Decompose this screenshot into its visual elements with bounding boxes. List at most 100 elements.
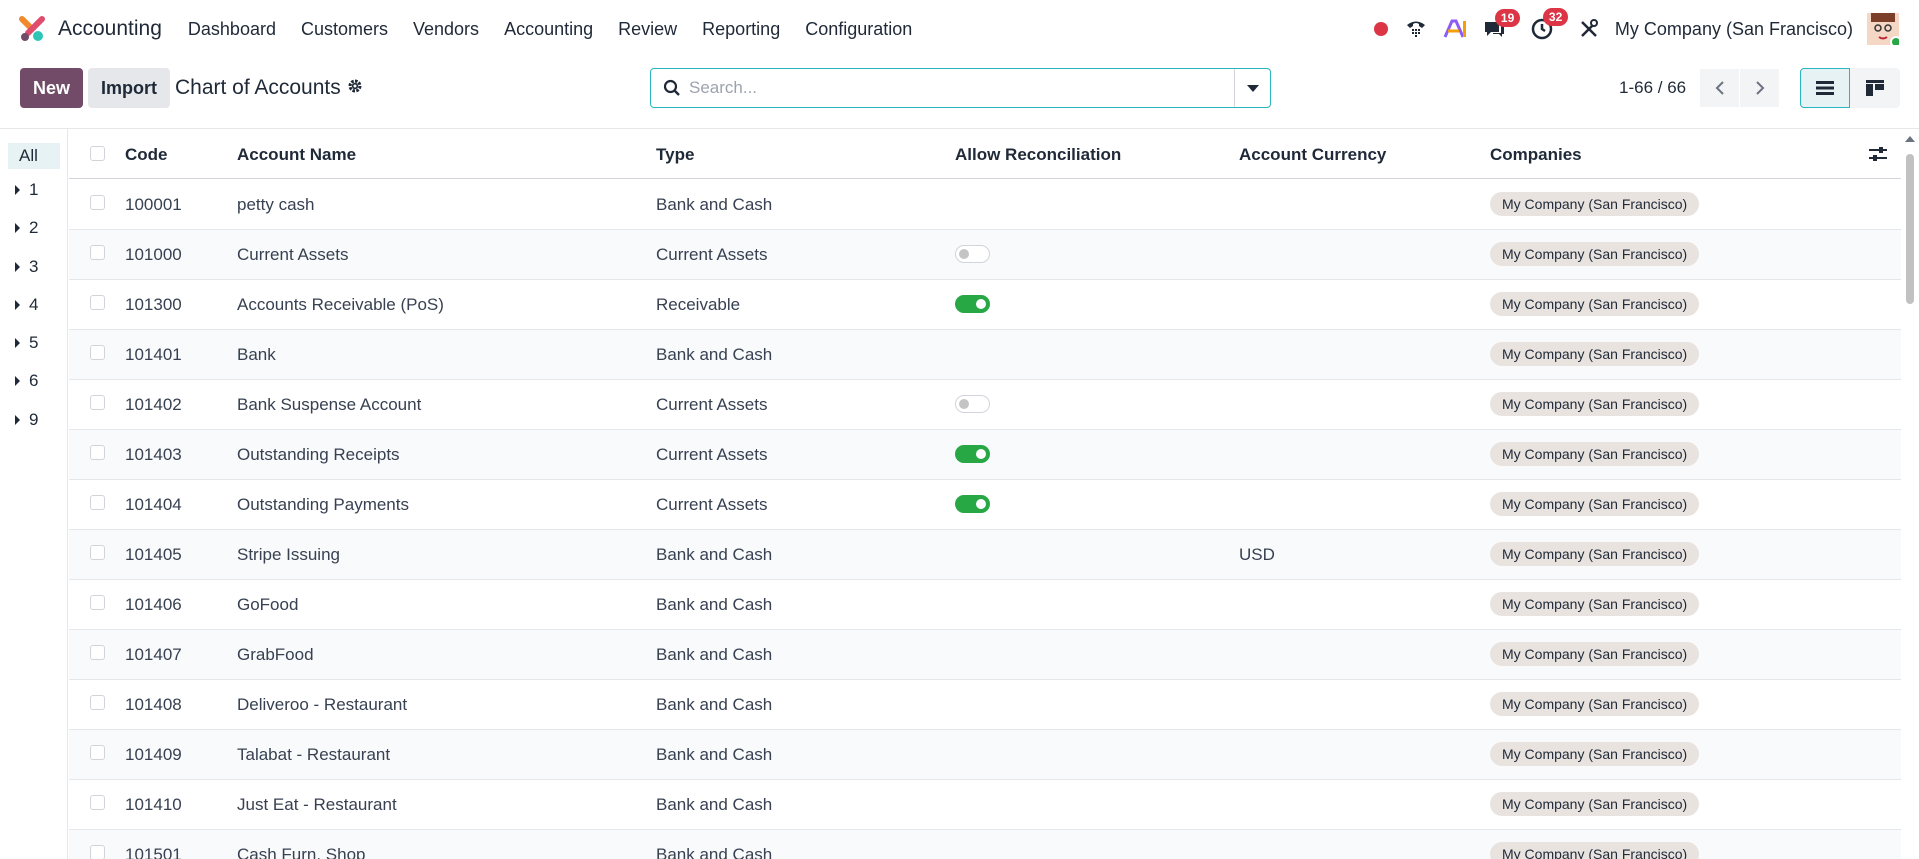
side-item-group-6[interactable]: 6 — [8, 371, 38, 391]
gear-icon[interactable] — [347, 78, 363, 99]
select-all-checkbox[interactable] — [90, 146, 105, 161]
record-icon[interactable] — [1373, 21, 1389, 37]
menu-reporting[interactable]: Reporting — [702, 19, 780, 40]
table-row[interactable]: 101300 Accounts Receivable (PoS) Receivabl… — [69, 280, 1901, 330]
row-checkbox[interactable] — [90, 495, 105, 510]
row-checkbox[interactable] — [90, 845, 105, 859]
activities-clock-icon[interactable]: 32 — [1531, 8, 1569, 40]
row-checkbox[interactable] — [90, 645, 105, 660]
cell-code: 101402 — [125, 395, 182, 414]
side-item-group-5[interactable]: 5 — [8, 333, 38, 353]
cell-code: 101401 — [125, 345, 182, 364]
side-item-group-4[interactable]: 4 — [8, 295, 38, 315]
side-item-group-3[interactable]: 3 — [8, 257, 38, 277]
column-header-type[interactable]: Type — [656, 145, 694, 165]
table-row[interactable]: 100001 petty cash Bank and Cash My Company … — [69, 180, 1901, 230]
reconciliation-toggle[interactable] — [955, 495, 990, 513]
side-item-label: 6 — [29, 371, 39, 390]
row-checkbox[interactable] — [90, 745, 105, 760]
cell-code: 101405 — [125, 545, 182, 564]
cell-type: Bank and Cash — [656, 595, 773, 614]
row-checkbox[interactable] — [90, 395, 105, 410]
ai-icon[interactable] — [1443, 19, 1467, 39]
pager-next-button[interactable] — [1740, 69, 1779, 107]
cell-type: Current Assets — [656, 395, 768, 414]
table-row[interactable]: 101000 Current Assets Current Assets My Com… — [69, 230, 1901, 280]
cell-account-name: Bank — [237, 345, 276, 364]
phone-icon[interactable] — [1405, 19, 1427, 39]
side-item-group-9[interactable]: 9 — [8, 410, 38, 430]
reconciliation-toggle[interactable] — [955, 245, 990, 263]
row-checkbox[interactable] — [90, 245, 105, 260]
menu-review[interactable]: Review — [618, 19, 677, 40]
activities-badge: 32 — [1542, 8, 1569, 26]
caret-right-icon — [15, 262, 20, 272]
row-checkbox[interactable] — [90, 295, 105, 310]
table-row[interactable]: 101410 Just Eat - Restaurant Bank and Cash… — [69, 780, 1901, 830]
table-row[interactable]: 101407 GrabFood Bank and Cash My Company (S… — [69, 630, 1901, 680]
kanban-view-button[interactable] — [1850, 68, 1900, 108]
menu-vendors[interactable]: Vendors — [413, 19, 479, 40]
company-tag: My Company (San Francisco) — [1490, 392, 1700, 416]
company-tag: My Company (San Francisco) — [1490, 642, 1700, 666]
column-header-account-currency[interactable]: Account Currency — [1239, 145, 1386, 165]
side-item-group-1[interactable]: 1 — [8, 180, 38, 200]
side-item-group-2[interactable]: 2 — [8, 218, 38, 238]
cell-type: Bank and Cash — [656, 645, 773, 664]
column-header-code[interactable]: Code — [125, 145, 168, 165]
row-checkbox[interactable] — [90, 695, 105, 710]
table-row[interactable]: 101401 Bank Bank and Cash My Company (San F… — [69, 330, 1901, 380]
column-header-allow-reconciliation[interactable]: Allow Reconciliation — [955, 145, 1121, 165]
row-checkbox[interactable] — [90, 345, 105, 360]
company-tag: My Company (San Francisco) — [1490, 192, 1700, 216]
reconciliation-toggle[interactable] — [955, 295, 990, 313]
company-switcher[interactable]: My Company (San Francisco) — [1615, 19, 1853, 40]
side-item-all[interactable]: All — [8, 143, 60, 169]
cell-type: Bank and Cash — [656, 795, 773, 814]
cell-type: Current Assets — [656, 495, 768, 514]
table-row[interactable]: 101409 Talabat - Restaurant Bank and Cash M… — [69, 730, 1901, 780]
table-row[interactable]: 101403 Outstanding Receipts Current Assets… — [69, 430, 1901, 480]
messages-icon[interactable]: 19 — [1483, 9, 1521, 39]
table-row[interactable]: 101501 Cash Furn. Shop Bank and Cash My Com… — [69, 830, 1901, 859]
row-checkbox[interactable] — [90, 195, 105, 210]
pager-value[interactable]: 1-66 / 66 — [1619, 78, 1686, 98]
list-view-button[interactable] — [1800, 68, 1850, 108]
reconciliation-toggle[interactable] — [955, 445, 990, 463]
optional-columns-icon[interactable] — [1869, 146, 1887, 167]
toggle-knob — [976, 299, 986, 309]
app-brand[interactable]: Accounting — [18, 15, 162, 43]
caret-right-icon — [15, 185, 20, 195]
scrollbar-thumb[interactable] — [1906, 154, 1914, 304]
row-checkbox[interactable] — [90, 595, 105, 610]
row-checkbox[interactable] — [90, 445, 105, 460]
accounts-table: Code Account Name Type Allow Reconciliat… — [69, 129, 1901, 859]
table-row[interactable]: 101406 GoFood Bank and Cash My Company (San… — [69, 580, 1901, 630]
user-avatar[interactable] — [1867, 13, 1902, 48]
caret-right-icon — [15, 415, 20, 425]
row-checkbox[interactable] — [90, 545, 105, 560]
cell-account-name: Outstanding Receipts — [237, 445, 400, 464]
menu-configuration[interactable]: Configuration — [805, 19, 912, 40]
column-header-companies[interactable]: Companies — [1490, 145, 1582, 165]
table-row[interactable]: 101405 Stripe Issuing Bank and Cash USD My C… — [69, 530, 1901, 580]
pager-previous-button[interactable] — [1700, 69, 1739, 107]
search-input[interactable] — [689, 73, 1229, 103]
new-button[interactable]: New — [20, 68, 83, 108]
menu-customers[interactable]: Customers — [301, 19, 388, 40]
scrollbar[interactable] — [1903, 134, 1917, 859]
search-options-toggle[interactable] — [1234, 69, 1270, 107]
side-item-label: 1 — [29, 180, 39, 199]
table-row[interactable]: 101404 Outstanding Payments Current Assets… — [69, 480, 1901, 530]
menu-accounting[interactable]: Accounting — [504, 19, 593, 40]
menu-dashboard[interactable]: Dashboard — [188, 19, 276, 40]
table-row[interactable]: 101402 Bank Suspense Account Current Asset… — [69, 380, 1901, 430]
column-header-account-name[interactable]: Account Name — [237, 145, 356, 165]
cell-account-name: Outstanding Payments — [237, 495, 409, 514]
tools-icon[interactable] — [1579, 19, 1599, 39]
row-checkbox[interactable] — [90, 795, 105, 810]
top-navbar: Accounting Dashboard Customers Vendors A… — [0, 0, 1919, 58]
table-row[interactable]: 101408 Deliveroo - Restaurant Bank and Cas… — [69, 680, 1901, 730]
reconciliation-toggle[interactable] — [955, 395, 990, 413]
import-button[interactable]: Import — [88, 68, 170, 108]
